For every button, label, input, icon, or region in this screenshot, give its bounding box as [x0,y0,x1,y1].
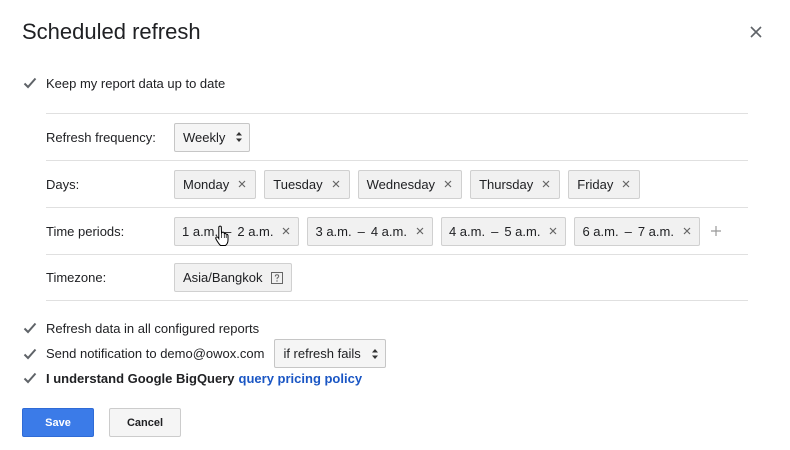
timezone-selected: Asia/Bangkok [183,270,263,285]
pricing-label: I understand Google BigQuery [46,370,235,386]
day-chip-monday: Monday [174,169,257,199]
timezone-chip[interactable]: Asia/Bangkok [174,263,292,292]
period-start: 4 a.m. [448,223,486,239]
day-chip-thursday: Thursday [470,169,561,199]
day-chip-friday: Friday [568,169,641,199]
close-icon [332,180,340,188]
close-icon [622,180,630,188]
pricing-checkbox[interactable] [22,370,38,386]
day-chip-label: Tuesday [273,176,323,192]
remove-period-button[interactable] [548,226,558,236]
select-arrows-icon [371,347,379,361]
frequency-label: Refresh frequency: [46,129,156,145]
period-separator: – [624,223,632,239]
frequency-select[interactable]: Weekly [174,122,251,152]
time-period-chip: 6 a.m. – 7 a.m. [574,216,700,246]
frequency-selected: Weekly [183,129,226,145]
notification-condition-selected: if refresh fails [283,346,361,361]
notification-condition-select[interactable]: if refresh fails [274,339,386,368]
close-icon [683,227,691,235]
days-label: Days: [46,176,80,192]
remove-day-wednesday[interactable] [443,179,453,189]
remove-period-button[interactable] [281,226,291,236]
days-row: Days: Monday Tuesday Wednesday Thursday … [46,160,748,207]
close-icon [416,227,424,235]
save-button[interactable]: Save [22,408,94,437]
notification-row: Send notification to demo@owox.com if re… [22,339,386,368]
pricing-row: I understand Google BigQuery query prici… [22,370,362,386]
time-period-chips: 1 a.m. – 2 a.m. 3 a.m. – 4 a.m. 4 a.m. –… [174,216,722,246]
timezone-row: Timezone: Asia/Bangkok [46,254,748,301]
period-separator: – [357,223,365,239]
checkmark-icon [23,322,37,334]
refresh-all-row: Refresh data in all configured reports [22,320,259,336]
close-icon [444,180,452,188]
keep-up-to-date-row: Keep my report data up to date [22,75,225,91]
keep-up-to-date-label: Keep my report data up to date [46,75,226,91]
period-start: 6 a.m. [582,223,619,239]
day-chip-label: Wednesday [366,176,436,192]
period-separator: – [224,223,232,239]
period-start: 3 a.m. [315,223,352,239]
remove-day-thursday[interactable] [541,179,551,189]
close-icon [750,26,762,38]
period-end: 2 a.m. [237,223,274,239]
close-icon [550,227,557,235]
remove-period-button[interactable] [682,226,692,236]
period-end: 5 a.m. [504,223,541,239]
period-separator: – [491,223,499,239]
frequency-value: Weekly [174,122,251,152]
checkmark-icon [23,348,37,359]
period-end: 7 a.m. [637,223,674,239]
time-period-chip: 3 a.m. – 4 a.m. [307,216,433,246]
checkmark-icon [23,77,37,89]
time-periods-label: Time periods: [46,223,125,239]
timezone-label: Timezone: [46,270,107,285]
close-icon [283,227,290,235]
timezone-value: Asia/Bangkok [174,263,300,292]
day-chip-label: Monday [183,176,230,192]
remove-day-monday[interactable] [237,179,247,189]
remove-day-tuesday[interactable] [331,179,341,189]
close-icon [238,180,246,188]
time-period-chip: 4 a.m. – 5 a.m. [440,216,567,246]
days-chips: Monday Tuesday Wednesday Thursday Friday [174,169,648,199]
settings-table: Refresh frequency: Weekly Days: Monday T… [46,113,748,301]
day-chip-tuesday: Tuesday [264,169,350,199]
plus-icon [710,226,721,236]
day-chip-wednesday: Wednesday [357,169,463,199]
pricing-policy-link[interactable]: query pricing policy [239,371,363,386]
refresh-all-checkbox[interactable] [22,320,38,336]
help-icon[interactable] [270,271,283,284]
remove-day-friday[interactable] [621,179,631,189]
keep-up-to-date-checkbox[interactable] [22,75,38,91]
notification-checkbox[interactable] [22,346,38,362]
frequency-row: Refresh frequency: Weekly [46,113,748,160]
remove-period-button[interactable] [415,226,425,236]
time-period-chip: 1 a.m. – 2 a.m. [174,216,300,246]
period-start: 1 a.m. [182,223,219,239]
add-period-button[interactable] [710,225,722,237]
close-icon [542,180,550,188]
checkmark-icon [23,372,37,384]
period-end: 4 a.m. [370,223,407,239]
select-arrows-icon [235,130,243,144]
close-button[interactable] [746,22,766,42]
dialog-title: Scheduled refresh [22,19,201,44]
day-chip-label: Friday [577,176,614,192]
time-periods-row: Time periods: 1 a.m. – 2 a.m. 3 a.m. – 4… [46,207,748,254]
refresh-all-label: Refresh data in all configured reports [46,320,260,336]
notification-label: Send notification to demo@owox.com [46,346,265,361]
day-chip-label: Thursday [479,176,534,192]
cancel-button[interactable]: Cancel [109,408,181,437]
